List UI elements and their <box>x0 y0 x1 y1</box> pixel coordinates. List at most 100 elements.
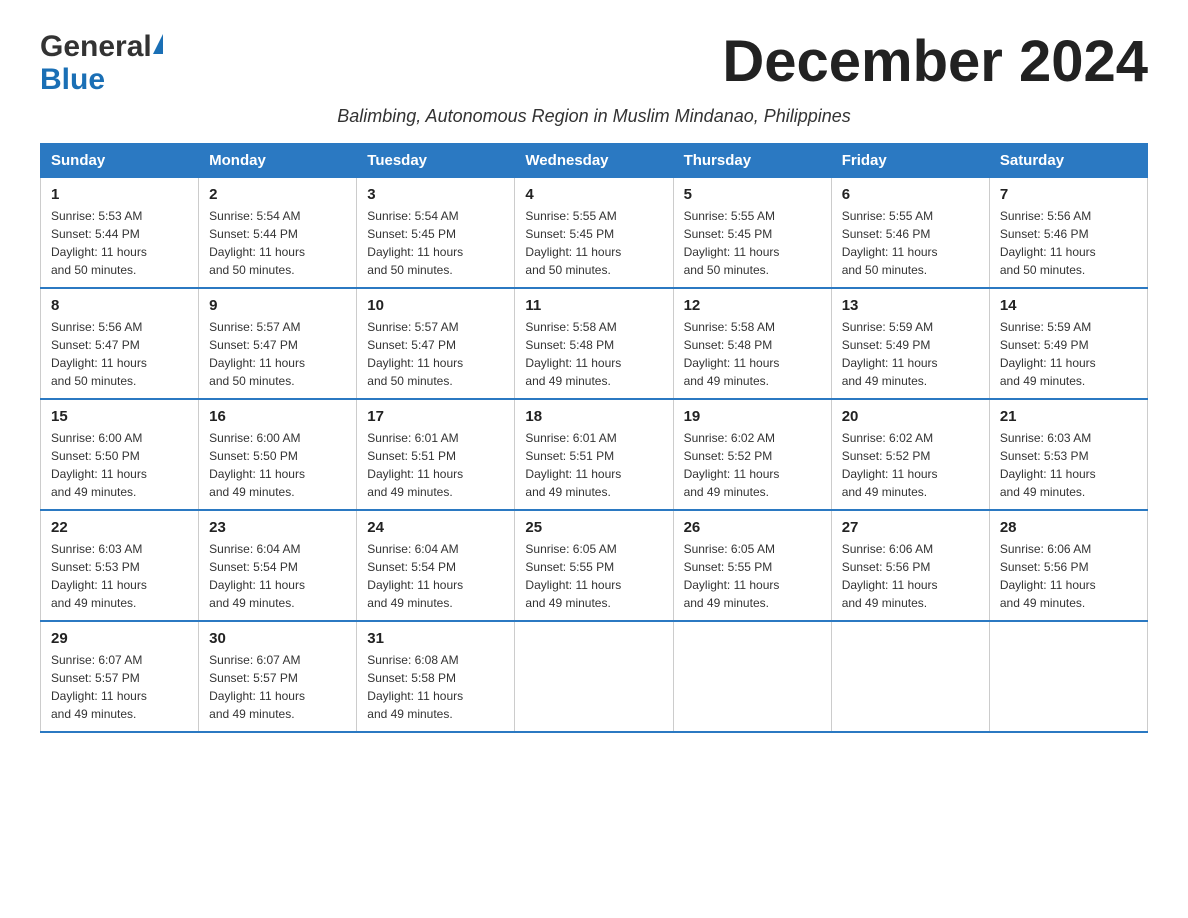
day-info: Sunrise: 5:57 AMSunset: 5:47 PMDaylight:… <box>209 318 346 390</box>
calendar-cell: 5Sunrise: 5:55 AMSunset: 5:45 PMDaylight… <box>673 178 831 289</box>
day-info: Sunrise: 6:07 AMSunset: 5:57 PMDaylight:… <box>51 651 188 723</box>
day-of-week-sunday: Sunday <box>41 144 199 178</box>
calendar-cell: 12 Sunrise: 5:58 AMSunset: 5:48 PMDayligh… <box>673 288 831 399</box>
day-number: 12 <box>684 297 821 314</box>
day-info: Sunrise: 5:54 AMSunset: 5:44 PMDaylight:… <box>209 207 346 279</box>
logo-arrow-icon <box>153 34 163 54</box>
calendar-cell: 29 Sunrise: 6:07 AMSunset: 5:57 PMDayligh… <box>41 621 199 732</box>
day-of-week-tuesday: Tuesday <box>357 144 515 178</box>
day-info: Sunrise: 6:08 AMSunset: 5:58 PMDaylight:… <box>367 651 504 723</box>
calendar-cell: 25Sunrise: 6:05 AMSunset: 5:55 PMDayligh… <box>515 510 673 621</box>
calendar-cell: 28 Sunrise: 6:06 AMSunset: 5:56 PMDayligh… <box>989 510 1147 621</box>
calendar-cell: 16Sunrise: 6:00 AMSunset: 5:50 PMDayligh… <box>199 399 357 510</box>
day-info: Sunrise: 6:06 AMSunset: 5:56 PMDaylight:… <box>1000 540 1137 612</box>
calendar-cell: 15Sunrise: 6:00 AMSunset: 5:50 PMDayligh… <box>41 399 199 510</box>
logo: General Blue <box>40 30 163 96</box>
day-info: Sunrise: 6:02 AMSunset: 5:52 PMDaylight:… <box>842 429 979 501</box>
calendar-cell: 24Sunrise: 6:04 AMSunset: 5:54 PMDayligh… <box>357 510 515 621</box>
day-of-week-saturday: Saturday <box>989 144 1147 178</box>
day-info: Sunrise: 6:01 AMSunset: 5:51 PMDaylight:… <box>367 429 504 501</box>
day-info: Sunrise: 6:00 AMSunset: 5:50 PMDaylight:… <box>51 429 188 501</box>
calendar-cell: 23 Sunrise: 6:04 AMSunset: 5:54 PMDayligh… <box>199 510 357 621</box>
day-number: 7 <box>1000 186 1137 203</box>
day-info: Sunrise: 5:55 AMSunset: 5:46 PMDaylight:… <box>842 207 979 279</box>
day-number: 11 <box>525 297 662 314</box>
calendar-cell: 19Sunrise: 6:02 AMSunset: 5:52 PMDayligh… <box>673 399 831 510</box>
day-info: Sunrise: 5:56 AMSunset: 5:47 PMDaylight:… <box>51 318 188 390</box>
day-number: 20 <box>842 408 979 425</box>
calendar-header: SundayMondayTuesdayWednesdayThursdayFrid… <box>41 144 1148 178</box>
day-number: 18 <box>525 408 662 425</box>
day-info: Sunrise: 6:01 AMSunset: 5:51 PMDaylight:… <box>525 429 662 501</box>
day-number: 5 <box>684 186 821 203</box>
day-info: Sunrise: 6:02 AMSunset: 5:52 PMDaylight:… <box>684 429 821 501</box>
calendar-cell: 4 Sunrise: 5:55 AMSunset: 5:45 PMDaylight… <box>515 178 673 289</box>
calendar-cell: 20 Sunrise: 6:02 AMSunset: 5:52 PMDayligh… <box>831 399 989 510</box>
calendar-cell: 13Sunrise: 5:59 AMSunset: 5:49 PMDayligh… <box>831 288 989 399</box>
logo-blue-text: Blue <box>40 63 163 96</box>
day-info: Sunrise: 6:05 AMSunset: 5:55 PMDaylight:… <box>525 540 662 612</box>
day-number: 23 <box>209 519 346 536</box>
calendar-cell: 26 Sunrise: 6:05 AMSunset: 5:55 PMDayligh… <box>673 510 831 621</box>
day-info: Sunrise: 5:58 AMSunset: 5:48 PMDaylight:… <box>684 318 821 390</box>
day-number: 4 <box>525 186 662 203</box>
day-info: Sunrise: 5:59 AMSunset: 5:49 PMDaylight:… <box>1000 318 1137 390</box>
calendar-cell: 10 Sunrise: 5:57 AMSunset: 5:47 PMDayligh… <box>357 288 515 399</box>
location-subtitle: Balimbing, Autonomous Region in Muslim M… <box>40 106 1148 127</box>
day-of-week-wednesday: Wednesday <box>515 144 673 178</box>
day-info: Sunrise: 6:06 AMSunset: 5:56 PMDaylight:… <box>842 540 979 612</box>
day-of-week-friday: Friday <box>831 144 989 178</box>
calendar-cell: 11 Sunrise: 5:58 AMSunset: 5:48 PMDayligh… <box>515 288 673 399</box>
week-row-4: 22 Sunrise: 6:03 AMSunset: 5:53 PMDayligh… <box>41 510 1148 621</box>
day-of-week-thursday: Thursday <box>673 144 831 178</box>
day-number: 29 <box>51 630 188 647</box>
day-info: Sunrise: 5:57 AMSunset: 5:47 PMDaylight:… <box>367 318 504 390</box>
day-info: Sunrise: 5:54 AMSunset: 5:45 PMDaylight:… <box>367 207 504 279</box>
day-number: 28 <box>1000 519 1137 536</box>
calendar-cell <box>515 621 673 732</box>
calendar-cell: 1 Sunrise: 5:53 AMSunset: 5:44 PMDaylight… <box>41 178 199 289</box>
day-info: Sunrise: 6:04 AMSunset: 5:54 PMDaylight:… <box>209 540 346 612</box>
day-info: Sunrise: 6:00 AMSunset: 5:50 PMDaylight:… <box>209 429 346 501</box>
day-number: 24 <box>367 519 504 536</box>
calendar-cell: 17 Sunrise: 6:01 AMSunset: 5:51 PMDayligh… <box>357 399 515 510</box>
day-of-week-monday: Monday <box>199 144 357 178</box>
calendar-cell: 6Sunrise: 5:55 AMSunset: 5:46 PMDaylight… <box>831 178 989 289</box>
calendar-cell: 31Sunrise: 6:08 AMSunset: 5:58 PMDayligh… <box>357 621 515 732</box>
days-of-week-row: SundayMondayTuesdayWednesdayThursdayFrid… <box>41 144 1148 178</box>
day-info: Sunrise: 6:07 AMSunset: 5:57 PMDaylight:… <box>209 651 346 723</box>
calendar-cell: 3 Sunrise: 5:54 AMSunset: 5:45 PMDaylight… <box>357 178 515 289</box>
day-number: 1 <box>51 186 188 203</box>
month-title: December 2024 <box>722 30 1148 94</box>
day-info: Sunrise: 5:58 AMSunset: 5:48 PMDaylight:… <box>525 318 662 390</box>
day-info: Sunrise: 6:05 AMSunset: 5:55 PMDaylight:… <box>684 540 821 612</box>
calendar-cell: 14 Sunrise: 5:59 AMSunset: 5:49 PMDayligh… <box>989 288 1147 399</box>
day-number: 10 <box>367 297 504 314</box>
calendar-cell <box>673 621 831 732</box>
calendar-body: 1 Sunrise: 5:53 AMSunset: 5:44 PMDaylight… <box>41 178 1148 733</box>
day-number: 8 <box>51 297 188 314</box>
day-number: 3 <box>367 186 504 203</box>
calendar-table: SundayMondayTuesdayWednesdayThursdayFrid… <box>40 143 1148 733</box>
day-number: 14 <box>1000 297 1137 314</box>
week-row-5: 29 Sunrise: 6:07 AMSunset: 5:57 PMDayligh… <box>41 621 1148 732</box>
day-number: 22 <box>51 519 188 536</box>
week-row-1: 1 Sunrise: 5:53 AMSunset: 5:44 PMDaylight… <box>41 178 1148 289</box>
day-info: Sunrise: 5:59 AMSunset: 5:49 PMDaylight:… <box>842 318 979 390</box>
calendar-cell: 2 Sunrise: 5:54 AMSunset: 5:44 PMDaylight… <box>199 178 357 289</box>
day-info: Sunrise: 5:53 AMSunset: 5:44 PMDaylight:… <box>51 207 188 279</box>
calendar-cell <box>831 621 989 732</box>
day-info: Sunrise: 5:56 AMSunset: 5:46 PMDaylight:… <box>1000 207 1137 279</box>
day-number: 17 <box>367 408 504 425</box>
day-number: 27 <box>842 519 979 536</box>
calendar-cell: 22 Sunrise: 6:03 AMSunset: 5:53 PMDayligh… <box>41 510 199 621</box>
day-info: Sunrise: 6:03 AMSunset: 5:53 PMDaylight:… <box>51 540 188 612</box>
calendar-cell: 27 Sunrise: 6:06 AMSunset: 5:56 PMDayligh… <box>831 510 989 621</box>
calendar-cell: 7 Sunrise: 5:56 AMSunset: 5:46 PMDaylight… <box>989 178 1147 289</box>
day-number: 26 <box>684 519 821 536</box>
calendar-cell: 30 Sunrise: 6:07 AMSunset: 5:57 PMDayligh… <box>199 621 357 732</box>
day-info: Sunrise: 5:55 AMSunset: 5:45 PMDaylight:… <box>525 207 662 279</box>
calendar-cell <box>989 621 1147 732</box>
day-number: 2 <box>209 186 346 203</box>
day-number: 30 <box>209 630 346 647</box>
